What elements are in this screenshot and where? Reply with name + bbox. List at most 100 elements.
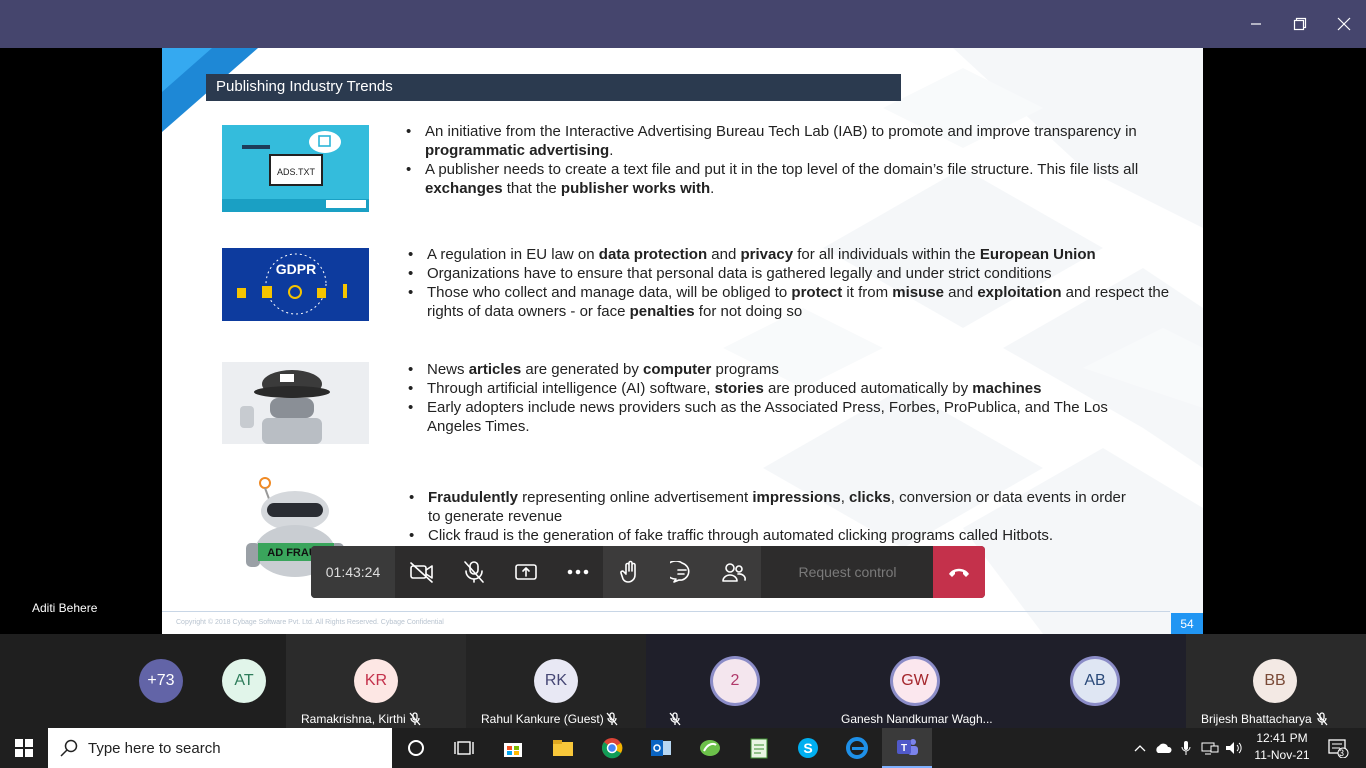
bullet-text: . [609, 142, 614, 159]
meeting-controls-bar: 01:43:24 Request control [311, 546, 985, 598]
bullet-item: Through artificial intelligence (AI) sof… [405, 379, 1145, 398]
bullet-bold-text: exploitation [977, 284, 1062, 301]
bullet-item: News articles are generated by computer … [405, 360, 1145, 379]
bullet-bold-text: exchanges [425, 180, 503, 197]
bullet-bold-text: data protection [598, 246, 708, 263]
mic-off-icon[interactable] [448, 546, 500, 598]
bullet-text: A regulation in EU law on [427, 246, 599, 263]
slide-title: Publishing Industry Trends [216, 78, 393, 95]
more-icon[interactable] [552, 546, 604, 598]
bullet-bold-text: publisher works with [560, 180, 711, 197]
chevron-up-icon[interactable] [1130, 728, 1150, 768]
request-control-button[interactable]: Request control [762, 546, 933, 598]
green-app-icon[interactable] [686, 728, 734, 768]
bullet-bold-text: privacy [740, 246, 794, 263]
bullet-bold-text: misuse [892, 284, 944, 301]
bullet-text: representing online advertisement [518, 489, 753, 506]
ads-txt-bullets: An initiative from the Interactive Adver… [403, 122, 1183, 198]
presenter-name: Aditi Behere [32, 601, 98, 615]
search-icon [60, 739, 78, 757]
bullet-text: An initiative from the Interactive Adver… [425, 123, 1137, 140]
bullet-text: it from [842, 284, 893, 301]
mic-off-icon [409, 712, 421, 726]
avatar-ab: AB [1073, 659, 1117, 703]
hang-up-icon[interactable] [933, 546, 985, 598]
avatar-rk: RK [534, 659, 578, 703]
clock-time: 12:41 PM [1256, 731, 1308, 745]
bullet-bold-text: Fraudulently [428, 489, 519, 506]
bullet-text: Through artificial intelligence (AI) sof… [427, 380, 715, 397]
participant-name-gw: Ganesh Nandkumar Wagh... [841, 712, 993, 726]
share-screen-icon[interactable] [500, 546, 552, 598]
bullet-item: An initiative from the Interactive Adver… [403, 122, 1183, 160]
bullet-item: Organizations have to ensure that person… [405, 264, 1185, 283]
taskbar-search-input[interactable]: Type here to search [48, 728, 392, 768]
bullet-bold-text: penalties [629, 303, 695, 320]
microphone-icon[interactable] [1176, 728, 1196, 768]
restore-icon[interactable] [1277, 0, 1323, 48]
bullet-item: Click fraud is the generation of fake tr… [406, 526, 1126, 545]
bullet-text: that the [502, 180, 561, 197]
bullet-text: Those who collect and manage data, will … [427, 284, 792, 301]
avatar-overflow[interactable]: +73 [139, 659, 183, 703]
notification-count: 3 [1339, 748, 1345, 758]
bullet-bold-text: clicks [849, 489, 891, 506]
network-icon[interactable] [1198, 728, 1222, 768]
participant-name-kr: Ramakrishna, Kirthi [301, 712, 406, 726]
robot-journalism-bullets: News articles are generated by computer … [405, 360, 1145, 436]
avatar-2: 2 [713, 659, 757, 703]
bullet-bold-text: protect [791, 284, 843, 301]
bullet-text: are generated by [521, 361, 643, 378]
avatar-kr: KR [354, 659, 398, 703]
search-placeholder: Type here to search [88, 739, 221, 757]
bullet-text: Click fraud is the generation of fake tr… [428, 527, 1054, 544]
close-icon[interactable] [1321, 0, 1366, 48]
bullet-text: and [707, 246, 741, 263]
bullet-text: Organizations have to ensure that person… [427, 265, 1052, 282]
notifications-icon[interactable]: 3 [1320, 728, 1356, 768]
notepad-icon[interactable] [735, 728, 783, 768]
avatar-at[interactable]: AT [222, 659, 266, 703]
raise-hand-icon[interactable] [604, 546, 656, 598]
skype-icon[interactable]: S [784, 728, 832, 768]
chat-icon[interactable] [656, 546, 708, 598]
title-bar [0, 0, 1366, 48]
volume-icon[interactable] [1222, 728, 1246, 768]
edge-icon[interactable] [833, 728, 881, 768]
bullet-bold-text: machines [972, 380, 1042, 397]
ad-fraud-bullets: Fraudulently representing online adverti… [406, 488, 1126, 545]
bullet-text: A publisher needs to create a text file … [425, 161, 1139, 178]
gdpr-bullets: A regulation in EU law on data protectio… [405, 245, 1185, 321]
bullet-text: are produced automatically by [763, 380, 973, 397]
slide-copyright: Copyright © 2018 Cybage Software Pvt. Lt… [176, 619, 444, 626]
bullet-bold-text: stories [714, 380, 764, 397]
bullet-bold-text: programmatic advertising [425, 142, 610, 159]
store-icon[interactable] [489, 728, 537, 768]
bullet-bold-text: articles [468, 361, 522, 378]
gdpr-label: GDPR [276, 261, 316, 277]
teams-icon[interactable]: T [882, 728, 932, 768]
bullet-text: . [710, 180, 715, 197]
ads-txt-image: ADS.TXT [222, 125, 369, 212]
bullet-bold-text: European Union [979, 246, 1096, 263]
outlook-icon[interactable] [637, 728, 685, 768]
bullet-item: Fraudulently representing online adverti… [406, 488, 1126, 526]
mic-off-icon [669, 712, 681, 726]
bullet-text: Early adopters include news providers su… [427, 399, 1108, 435]
teams-meeting-window: Publishing Industry Trends ADS.TXT GDPR [0, 0, 1366, 768]
svg-text:S: S [803, 740, 812, 756]
slide-page-number: 54 [1171, 613, 1203, 634]
cortana-icon[interactable] [392, 728, 440, 768]
chrome-icon[interactable] [588, 728, 636, 768]
task-view-icon[interactable] [440, 728, 488, 768]
onedrive-icon[interactable] [1152, 728, 1174, 768]
camera-off-icon[interactable] [396, 546, 448, 598]
taskbar-clock[interactable]: 12:41 PM 11-Nov-21 [1248, 730, 1316, 764]
start-icon[interactable] [0, 728, 48, 768]
bullet-bold-text: computer [643, 361, 712, 378]
participants-icon[interactable] [708, 546, 760, 598]
ads-txt-label: ADS.TXT [277, 167, 316, 177]
participant-name-rk: Rahul Kankure (Guest) [481, 712, 604, 726]
file-explorer-icon[interactable] [539, 728, 587, 768]
minimize-icon[interactable] [1233, 0, 1279, 48]
